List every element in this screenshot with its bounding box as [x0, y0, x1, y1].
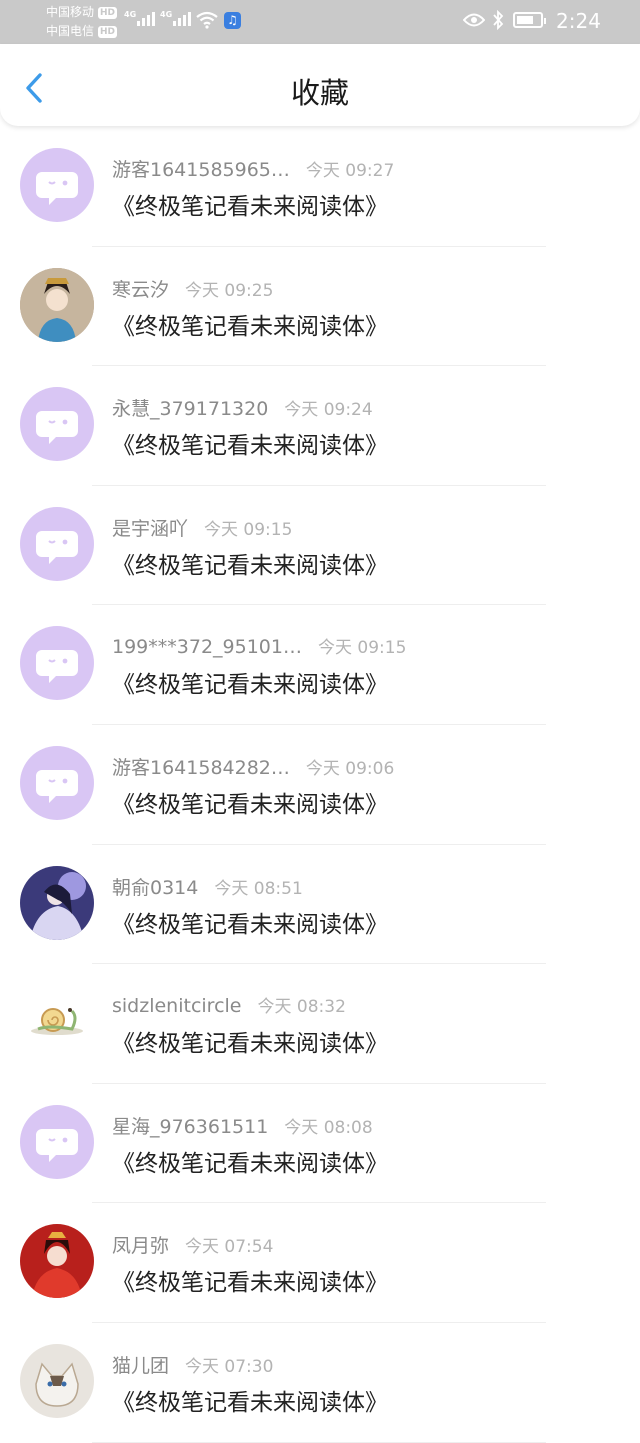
hd-badge: HD	[98, 25, 118, 38]
book-title: 《终极笔记看未来阅读体》	[112, 194, 388, 220]
timestamp: 今天 07:30	[185, 1356, 274, 1377]
timestamp: 今天 09:15	[317, 638, 407, 659]
default-chat-avatar	[20, 506, 94, 581]
timestamp: 今天 09:06	[305, 758, 395, 779]
wifi-icon	[196, 11, 218, 29]
default-chat-avatar	[20, 387, 94, 462]
timestamp: 今天 08:51	[214, 878, 303, 899]
timestamp: 今天 08:32	[257, 997, 346, 1018]
default-chat-avatar	[20, 626, 94, 701]
book-title: 《终极笔记看未来阅读体》	[112, 911, 388, 938]
book-title: 《终极笔记看未来阅读体》	[112, 1150, 388, 1177]
default-chat-avatar	[20, 1104, 94, 1179]
snail-avatar	[20, 985, 94, 1060]
page-title: 收藏	[290, 76, 349, 110]
favorites-list: 游客1641585965… 今天 09:27 《终极笔记看未来阅读体》 寒云汐 今天…	[0, 127, 640, 1443]
book-title: 《终极笔记看未来阅读体》	[112, 433, 388, 460]
carrier-info: 中国移动 HD 中国电信 HD	[46, 3, 118, 41]
signal-icon	[137, 12, 155, 26]
user-name: 寒云汐	[112, 278, 170, 301]
photo-avatar	[20, 267, 94, 342]
battery-icon	[513, 12, 546, 28]
timestamp: 今天 09:25	[185, 280, 274, 301]
user-name: 星海_976361511	[112, 1115, 269, 1138]
book-title: 《终极笔记看未来阅读体》	[112, 552, 388, 579]
book-title: 《终极笔记看未来阅读体》	[112, 791, 388, 818]
book-title: 《终极笔记看未来阅读体》	[112, 672, 388, 699]
timestamp: 今天 09:24	[284, 400, 373, 421]
list-item[interactable]: 游客1641584282… 今天 09:06 《终极笔记看未来阅读体》	[0, 725, 640, 845]
user-name: 凤月弥	[112, 1235, 170, 1258]
timestamp: 今天 08:08	[284, 1117, 373, 1138]
user-name: 朝俞0314	[112, 876, 199, 899]
list-item[interactable]: 猫儿团 今天 07:30 《终极笔记看未来阅读体》	[0, 1323, 640, 1443]
list-item[interactable]: 星海_976361511 今天 08:08 《终极笔记看未来阅读体》	[0, 1084, 640, 1204]
network-type: 4G	[160, 10, 173, 19]
list-item[interactable]: 朝俞0314 今天 08:51 《终极笔记看未来阅读体》	[0, 845, 640, 965]
timestamp: 今天 07:54	[185, 1237, 274, 1258]
header-bar: 收藏	[0, 44, 640, 126]
status-time: 2:24	[556, 9, 601, 33]
user-name: 游客1641584282…	[112, 756, 290, 779]
list-item[interactable]: 永慧_379171320 今天 09:24 《终极笔记看未来阅读体》	[0, 366, 640, 486]
timestamp: 今天 09:27	[305, 161, 395, 181]
music-app-icon: ♫	[224, 12, 241, 29]
network-type: 4G	[124, 10, 137, 19]
divider	[92, 1441, 546, 1443]
user-name: 永慧_379171320	[112, 398, 269, 421]
list-item[interactable]: 凤月弥 今天 07:54 《终极笔记看未来阅读体》	[0, 1203, 640, 1323]
status-bar: 中国移动 HD 中国电信 HD 4G 4G ♫ 2:24	[0, 0, 640, 44]
user-name: 游客1641585965…	[112, 159, 290, 181]
book-title: 《终极笔记看未来阅读体》	[112, 313, 388, 340]
book-title: 《终极笔记看未来阅读体》	[112, 1031, 388, 1058]
hd-badge: HD	[98, 6, 118, 19]
default-chat-avatar	[20, 148, 94, 222]
user-name: 199***372_95101…	[112, 636, 302, 659]
photo-avatar	[20, 1224, 94, 1299]
user-name: sidzlenitcircle	[112, 995, 242, 1018]
list-item[interactable]: sidzlenitcircle 今天 08:32 《终极笔记看未来阅读体》	[0, 964, 640, 1084]
eye-icon	[463, 13, 485, 27]
list-item[interactable]: 游客1641585965… 今天 09:27 《终极笔记看未来阅读体》	[0, 127, 640, 247]
user-name: 是宇涵吖	[112, 517, 189, 540]
carrier-1: 中国移动	[46, 5, 95, 19]
list-item[interactable]: 199***372_95101… 今天 09:15 《终极笔记看未来阅读体》	[0, 605, 640, 725]
book-title: 《终极笔记看未来阅读体》	[112, 1389, 388, 1416]
bluetooth-icon	[493, 10, 504, 30]
list-item[interactable]: 是宇涵吖 今天 09:15 《终极笔记看未来阅读体》	[0, 486, 640, 606]
photo-avatar	[20, 1343, 94, 1418]
carrier-2: 中国电信	[46, 24, 95, 38]
default-chat-avatar	[20, 745, 94, 820]
timestamp: 今天 09:15	[204, 519, 293, 540]
book-title: 《终极笔记看未来阅读体》	[112, 1270, 388, 1297]
list-item[interactable]: 寒云汐 今天 09:25 《终极笔记看未来阅读体》	[0, 247, 640, 367]
signal-icon	[173, 12, 191, 26]
photo-avatar	[20, 865, 94, 940]
user-name: 猫儿团	[112, 1354, 170, 1377]
